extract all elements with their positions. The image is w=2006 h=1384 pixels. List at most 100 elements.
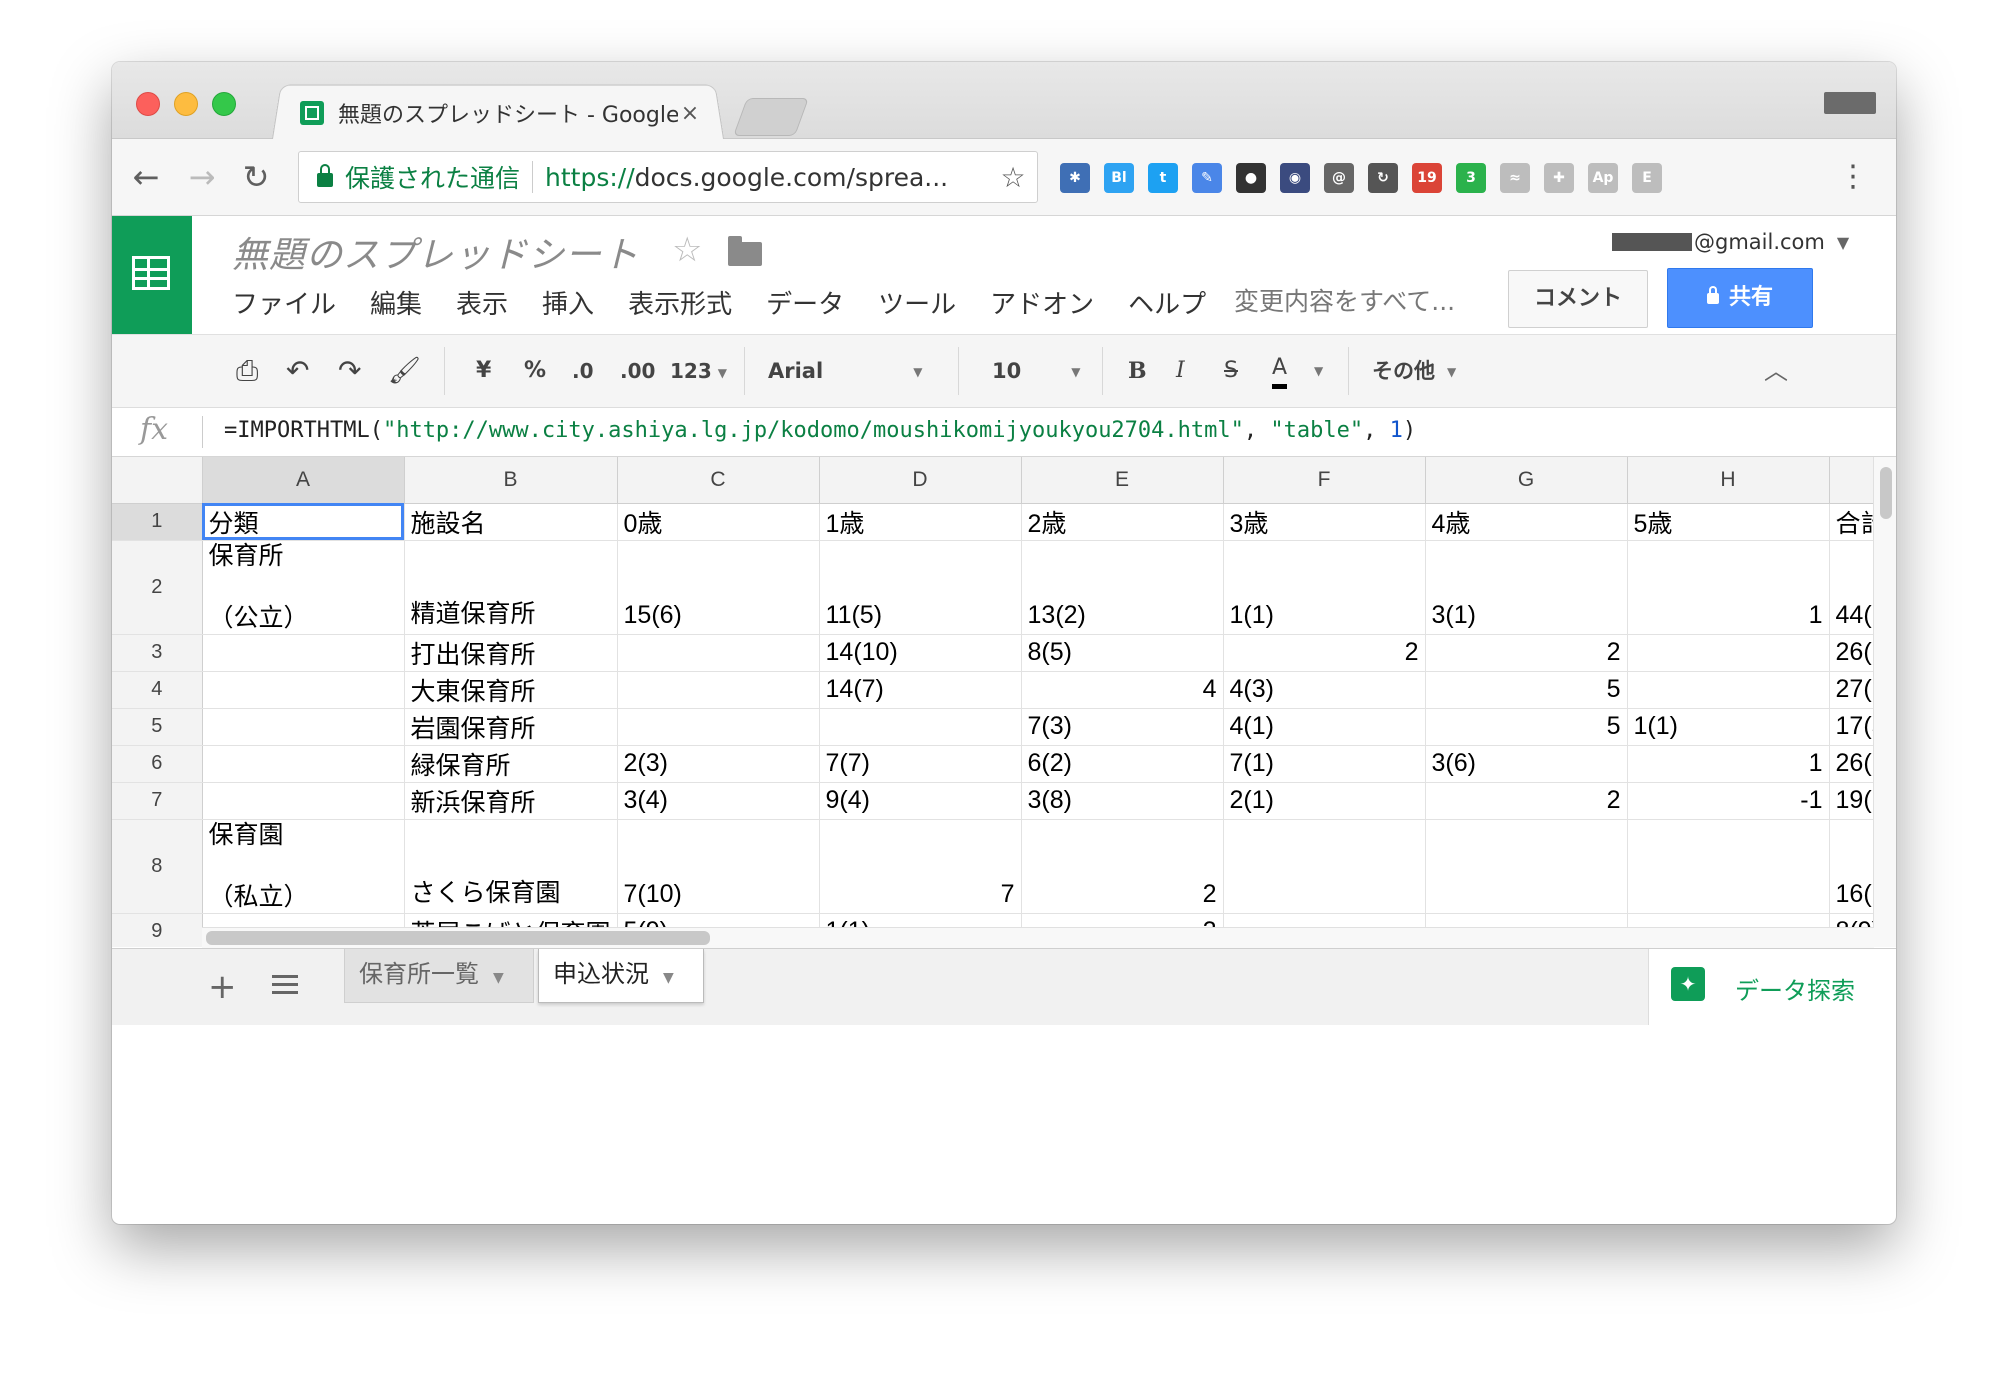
cell[interactable]: 3(4)	[617, 782, 820, 820]
cell[interactable]: 7(3)	[1021, 708, 1224, 746]
cell[interactable]	[202, 745, 405, 783]
url-text[interactable]: https://docs.google.com/sprea...	[545, 163, 995, 192]
profile-button[interactable]	[1824, 92, 1876, 114]
column-header-h[interactable]: H	[1627, 457, 1830, 504]
row-header[interactable]: 6	[112, 745, 203, 783]
more-button[interactable]: その他 ▼	[1372, 353, 1456, 389]
column-header-d[interactable]: D	[819, 457, 1022, 504]
row-header[interactable]: 9	[112, 913, 203, 947]
menu-data[interactable]: データ	[766, 284, 844, 321]
collapse-icon[interactable]: ︿	[1764, 353, 1788, 389]
cell[interactable]: 岩園保育所	[404, 708, 618, 746]
cell[interactable]: 3(6)	[1425, 745, 1628, 783]
row-header[interactable]: 8	[112, 819, 203, 914]
tab-close-icon[interactable]: ×	[678, 101, 702, 126]
all-changes-link[interactable]: 変更内容をすべて...	[1234, 282, 1455, 318]
add-sheet-icon[interactable]: +	[208, 967, 237, 1007]
puzzle-extension-icon[interactable]: ✚	[1544, 163, 1574, 193]
cell[interactable]	[1223, 819, 1426, 914]
share-button[interactable]: 共有	[1667, 268, 1813, 328]
gmail-extension-icon[interactable]: 19	[1412, 163, 1442, 193]
zoom-window-button[interactable]	[212, 92, 236, 116]
decrease-decimal-button[interactable]: .0	[572, 353, 594, 389]
cell[interactable]: 1	[1627, 745, 1830, 783]
reload-icon[interactable]: ↻	[236, 157, 276, 197]
column-header-f[interactable]: F	[1223, 457, 1426, 504]
cell[interactable]	[617, 671, 820, 709]
column-header-g[interactable]: G	[1425, 457, 1628, 504]
rss-extension-icon[interactable]: ≈	[1500, 163, 1530, 193]
cell[interactable]: 1	[1627, 540, 1830, 635]
speed-extension-icon[interactable]: ◉	[1280, 163, 1310, 193]
feedly-extension-icon[interactable]: 3	[1456, 163, 1486, 193]
row-header[interactable]: 1	[112, 503, 203, 541]
cell[interactable]	[202, 782, 405, 820]
text-color-button[interactable]: A	[1272, 353, 1288, 389]
cell[interactable]: 5歳	[1627, 503, 1830, 541]
spreadsheet-grid[interactable]: ABCDEFGH 1 分類 施設名 0歳 1歳 2歳 3歳 4歳 5歳 合計 2 保育所 （公立） 精道…	[112, 457, 1896, 947]
active-cell[interactable]: 分類	[202, 503, 405, 541]
cell[interactable]: 1(1)	[1627, 708, 1830, 746]
vertical-scrollbar[interactable]	[1873, 457, 1896, 947]
cell[interactable]: 2	[1425, 634, 1628, 672]
cell[interactable]	[1627, 634, 1830, 672]
menu-file[interactable]: ファイル	[232, 284, 336, 321]
cell[interactable]: 8(5)	[1021, 634, 1224, 672]
cell[interactable]: さくら保育園	[404, 819, 618, 914]
menu-addons[interactable]: アドオン	[990, 284, 1094, 321]
cell[interactable]: 4(3)	[1223, 671, 1426, 709]
ap-extension-icon[interactable]: Ap	[1588, 163, 1618, 193]
cell[interactable]: 2(3)	[617, 745, 820, 783]
forward-icon[interactable]: →	[182, 157, 222, 197]
cell[interactable]: 3(1)	[1425, 540, 1628, 635]
print-icon[interactable]: ⎙	[236, 353, 258, 389]
bold-button[interactable]: B	[1128, 353, 1147, 389]
sheet-tab-list[interactable]: 保育所一覧 ▼	[344, 949, 534, 1003]
sheet-tab-status[interactable]: 申込状況 ▼	[538, 949, 704, 1003]
cell[interactable]	[202, 708, 405, 746]
cell[interactable]: 保育園 （私立）	[202, 819, 405, 914]
cell[interactable]: 1(1)	[1223, 540, 1426, 635]
address-bar[interactable]: 保護された通信 https://docs.google.com/sprea...…	[298, 151, 1038, 203]
menu-edit[interactable]: 編集	[370, 284, 422, 321]
cell[interactable]: 6(2)	[1021, 745, 1224, 783]
percent-format-button[interactable]: %	[524, 353, 546, 389]
cell[interactable]: 精道保育所	[404, 540, 618, 635]
cell[interactable]: 15(6)	[617, 540, 820, 635]
new-tab-button[interactable]	[733, 98, 809, 136]
menu-format[interactable]: 表示形式	[628, 284, 732, 321]
gear-extension-icon[interactable]: ✱	[1060, 163, 1090, 193]
explore-button[interactable]: ✦ データ探索	[1648, 949, 1896, 1025]
row-header[interactable]: 5	[112, 708, 203, 746]
cell[interactable]: 13(2)	[1021, 540, 1224, 635]
document-title[interactable]: 無題のスプレッドシート	[232, 226, 639, 278]
formula-input[interactable]: =IMPORTHTML("http://www.city.ashiya.lg.j…	[224, 418, 1416, 443]
bl-extension-icon[interactable]: Bl	[1104, 163, 1134, 193]
row-header[interactable]: 3	[112, 634, 203, 672]
account-switcher[interactable]: @gmail.com ▼	[1612, 230, 1849, 254]
cell[interactable]: 3歳	[1223, 503, 1426, 541]
cell[interactable]: 9(4)	[819, 782, 1022, 820]
more-formats-dropdown[interactable]: 123 ▼	[670, 353, 727, 389]
cell[interactable]: 緑保育所	[404, 745, 618, 783]
all-sheets-menu-icon[interactable]	[272, 975, 298, 995]
sheets-logo[interactable]	[112, 216, 192, 334]
browser-menu-icon[interactable]: ⋮	[1838, 157, 1868, 197]
increase-decimal-button[interactable]: .00	[620, 353, 655, 389]
column-header-c[interactable]: C	[617, 457, 820, 504]
strikethrough-button[interactable]: S	[1224, 353, 1238, 389]
cell-table[interactable]: ABCDEFGH 1 分類 施設名 0歳 1歳 2歳 3歳 4歳 5歳 合計 2 保育所 （公立） 精道…	[112, 457, 1893, 947]
cell[interactable]	[202, 671, 405, 709]
cell[interactable]: 7(7)	[819, 745, 1022, 783]
cell[interactable]: 2歳	[1021, 503, 1224, 541]
vertical-scroll-thumb[interactable]	[1880, 467, 1892, 519]
cell[interactable]: 7	[819, 819, 1022, 914]
cell[interactable]: 保育所 （公立）	[202, 540, 405, 635]
menu-help[interactable]: ヘルプ	[1128, 284, 1206, 321]
cell[interactable]	[1627, 819, 1830, 914]
twitter-extension-icon[interactable]: t	[1148, 163, 1178, 193]
row-header[interactable]: 4	[112, 671, 203, 709]
cell[interactable]	[617, 634, 820, 672]
redo-icon[interactable]: ↷	[338, 353, 361, 389]
star-icon[interactable]: ☆	[672, 230, 702, 270]
